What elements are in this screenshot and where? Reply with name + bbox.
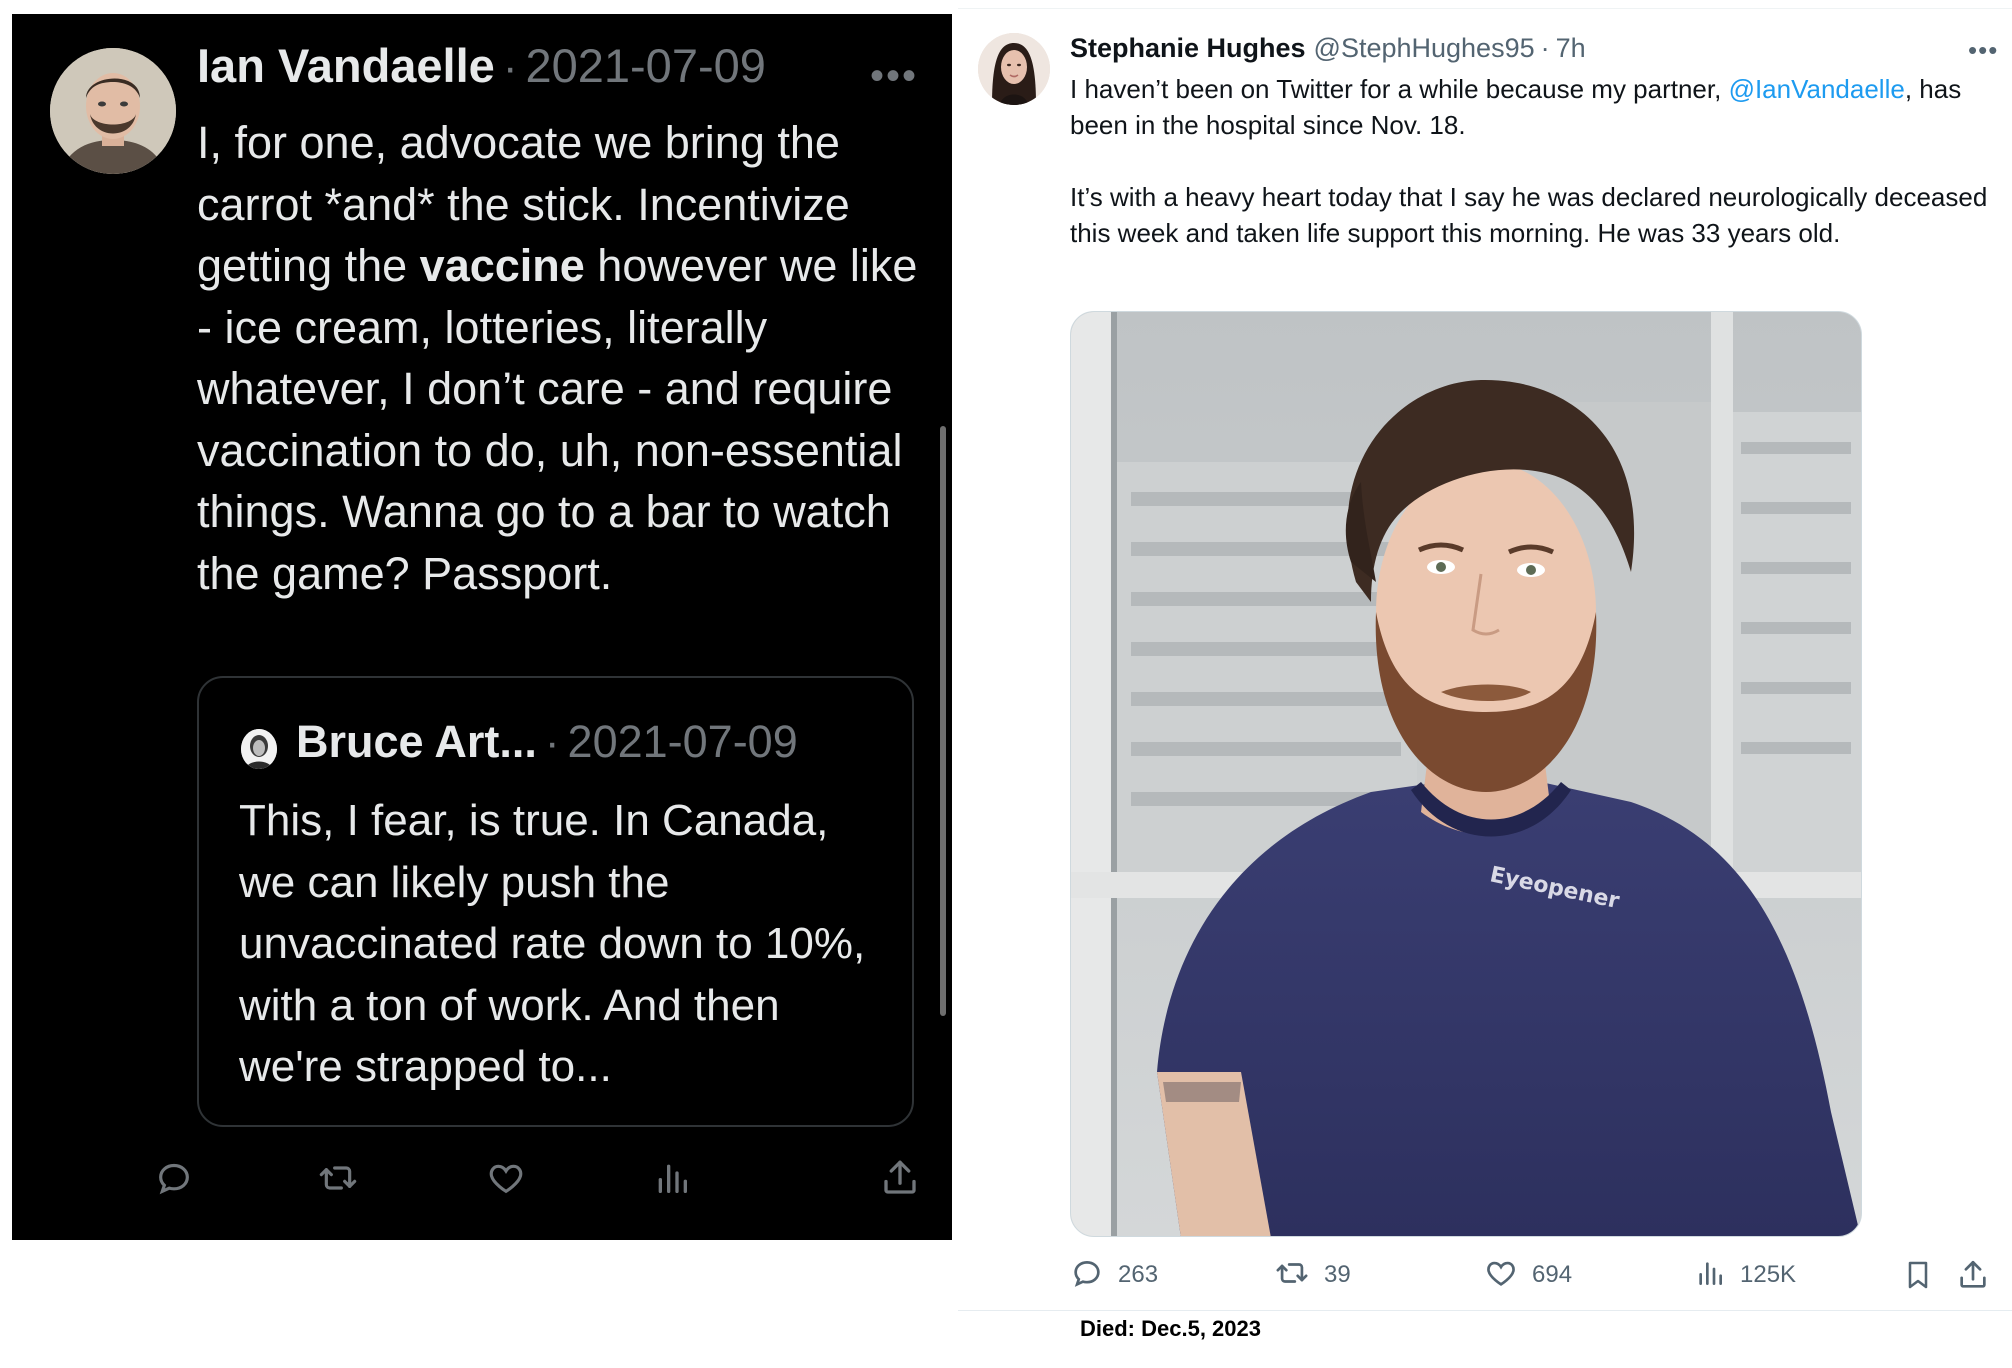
views-icon [1694,1257,1726,1294]
tweet-paragraph-2: It’s with a heavy heart today that I say… [1070,182,1988,248]
tweet-actions [12,1152,952,1212]
tweet-text-part: however we like - ice cream, lotteries, … [197,240,918,599]
like-icon [1484,1256,1518,1295]
tweet-actions: 263 39 694 125K [1070,1253,2000,1301]
author-handle[interactable]: @StephHughes95 [1314,33,1535,64]
bookmark-icon[interactable] [1902,1253,1934,1297]
retweet-button[interactable]: 39 [1274,1253,1351,1297]
tweet-header: Stephanie Hughes @StephHughes95 · 7h [1070,33,1586,64]
avatar-photo [978,33,1050,105]
like-button[interactable]: 694 [1484,1253,1572,1297]
views-count: 125K [1740,1261,1797,1288]
reply-count: 263 [1118,1261,1159,1288]
avatar[interactable] [978,33,1050,105]
quote-header: Bruce Art... · 2021-07-09 [296,716,798,768]
divider [958,1310,2012,1311]
reply-icon [1070,1256,1104,1295]
quote-avatar-photo [241,729,277,769]
tweet-time[interactable]: 7h [1556,33,1586,64]
retweet-count: 39 [1324,1261,1351,1288]
tweet-text: I, for one, advocate we bring the carrot… [197,112,937,604]
views-icon[interactable] [646,1152,698,1204]
author-name[interactable]: Stephanie Hughes [1070,33,1306,64]
quote-author-name: Bruce Art... [296,716,537,767]
share-icon[interactable] [1956,1253,1990,1297]
retweet-icon[interactable] [312,1152,364,1204]
like-icon[interactable] [480,1152,532,1204]
avatar-photo [50,48,176,174]
tweet-photo[interactable]: Eyeopener [1070,311,1862,1237]
author-name[interactable]: Ian Vandaelle [197,38,495,93]
retweet-icon [1274,1256,1310,1295]
death-date-caption: Died: Dec.5, 2023 [1080,1316,1261,1341]
quote-date: 2021-07-09 [567,716,798,767]
scrollbar[interactable] [940,426,946,1016]
views-button[interactable]: 125K [1694,1253,1796,1297]
mention-link[interactable]: @IanVandaelle [1729,74,1905,104]
avatar[interactable] [50,48,176,174]
quote-avatar [241,729,277,769]
tweet-text: I haven’t been on Twitter for a while be… [1070,71,1990,287]
separator-dot: · [1540,33,1550,63]
quoted-tweet[interactable]: Bruce Art... · 2021-07-09 This, I fear, … [197,676,914,1127]
reply-icon[interactable] [148,1152,200,1204]
more-horizontal-icon[interactable]: ••• [870,54,918,99]
tweet-text-part: I haven’t been on Twitter for a while be… [1070,74,1729,104]
quote-text: This, I fear, is true. In Canada, we can… [239,796,866,1091]
reply-button[interactable]: 263 [1070,1253,1158,1297]
more-horizontal-icon[interactable]: ••• [1968,35,1998,66]
tweet-text-bold: vaccine [419,240,585,291]
share-icon[interactable] [874,1152,926,1204]
light-tweet-card: Stephanie Hughes @StephHughes95 · 7h •••… [958,8,2012,1312]
dark-tweet-card: Ian Vandaelle · 2021-07-09 ••• I, for on… [12,14,952,1240]
like-count: 694 [1532,1261,1573,1288]
tweet-header: Ian Vandaelle · 2021-07-09 [197,38,766,104]
separator-dot: · [544,718,560,767]
man-photo: Eyeopener [1071,312,1861,1236]
tweet-date[interactable]: 2021-07-09 [525,38,765,93]
separator-dot: · [502,43,518,92]
tweet-paragraph-1: I haven’t been on Twitter for a while be… [1070,71,1990,143]
